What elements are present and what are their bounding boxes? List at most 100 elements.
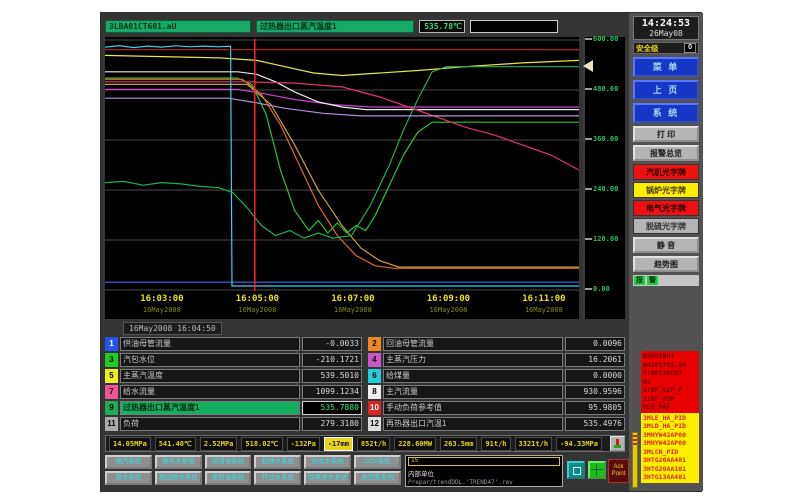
link-icon[interactable] [567,461,585,479]
trend-main-area: 3LBA01CT601.aU 过热器出口蒸汽温度1 535.78℃ 16:03:… [101,13,629,491]
system-screen-button[interactable]: 高加疏水系统 [155,471,202,485]
alarm-tag[interactable]: MLE_PAP [643,403,699,412]
legend-row[interactable]: 2回油母管流量0.0096 [368,337,625,351]
pen-value: -210.1721 [302,353,362,367]
nav-button[interactable]: 上 页 [633,80,699,100]
legend-table: 1供油母管流量-0.0033 3汽包水位-210.1721 5主蒸汽温度539.50… [105,337,625,431]
system-screen-button[interactable]: CO2系统 [354,455,401,469]
annunciator-button[interactable]: 电气光字牌 [633,200,699,216]
alarm-tag[interactable]: O2 [643,378,699,387]
alarm-tag[interactable]: 3HTG20AA101 [643,465,699,474]
status-value: 14.05MPa [109,437,151,451]
pen-color-chip: 4 [368,353,381,367]
nav-button[interactable]: 菜 单 [633,57,699,77]
alarm-scroll-strip[interactable] [632,432,638,488]
alarm-tag[interactable]: 1IDF_GZP_F [643,386,699,395]
nav-button[interactable]: 打 印 [633,126,699,142]
pen-name: 负荷 [120,417,300,431]
system-screen-button[interactable]: 润滑油系统 [205,455,252,469]
alarm-tag[interactable]: 3HTG13AA401 [643,473,699,482]
trend-plot[interactable] [105,39,579,291]
nav-button[interactable]: 报警总览 [633,145,699,161]
legend-row[interactable]: 10手动负荷参考值95.9805 [368,401,625,415]
security-value: 0 [684,43,696,53]
legend-row[interactable]: 6给煤量0.0000 [368,369,625,383]
ack-point-button[interactable]: Ack Point [608,459,629,483]
trend-line [105,72,579,110]
alarm-tag[interactable]: 3MHYW42AP00 [643,439,699,448]
alarm-tag[interactable]: 1IDF_GZP [643,395,699,404]
status-value: -132Pa [287,437,320,451]
system-screen-button[interactable]: 除氧给水系统 [304,471,351,485]
cursor-timestamp: 16May2008 16:04:50 [123,322,222,335]
pen-name: 主汽流量 [383,385,563,399]
pen-value: 539.5010 [302,369,362,383]
y-tick-label: 0.00 [593,285,625,293]
alarm-indicator-cells: 报警 [633,275,699,286]
system-screen-button[interactable]: 抽汽系统 [105,455,152,469]
trend-line [105,82,579,170]
legend-row[interactable]: 4主蒸汽压力16.2061 [368,353,625,367]
scale-pointer-icon[interactable] [583,60,593,72]
system-screen-button[interactable]: 真空泵系统 [354,471,401,485]
alarm-tag[interactable]: N01E1755.AH [643,361,699,370]
clock-time: 14:24:53 [634,18,698,29]
x-tick-date: 16May2008 [504,306,584,314]
console-input[interactable]: 15 [408,457,560,466]
pen-name-box[interactable]: 过热器出口蒸汽温度1 [256,20,414,33]
alarm-tag[interactable]: 3MLE_HA_PID [643,414,699,423]
alarm-tag[interactable]: 3MHYW42AP00 [643,431,699,440]
pen-value: -0.0033 [302,337,362,351]
x-tick-label: 16:11:00 [504,294,584,304]
alarm-tag[interactable]: 3MLCN_PID [643,448,699,457]
trend-page-button[interactable]: 趋势图 [633,256,699,272]
annunciator-button[interactable]: 汽机光字牌 [633,164,699,180]
legend-row[interactable]: 3汽包水位-210.1721 [105,353,362,367]
grid-icon[interactable] [588,461,606,479]
alarm-tag[interactable]: T18E12ACHT [643,369,699,378]
pen-name: 主蒸汽压力 [383,353,563,367]
mute-button[interactable]: 静 音 [633,237,699,253]
sidebar: 14:24:53 26May08 安全级 0 菜 单上 页系 统打 印报警总览 … [629,13,703,491]
nav-button[interactable]: 系 统 [633,103,699,123]
clock-date: 26May08 [634,29,698,38]
system-screen-button[interactable]: 闭式水系统 [304,455,351,469]
cursor-tool-icon[interactable] [610,436,625,451]
annunciator-button[interactable]: 脱硫光字牌 [633,218,699,234]
system-screen-button[interactable]: 循环水系统 [155,455,202,469]
system-screen-button[interactable]: 胶球水系统 [254,455,301,469]
y-tick-label: 480.00 [593,85,625,93]
legend-row[interactable]: 12再热器出口汽温1535.4976 [368,417,625,431]
x-tick-label: 16:09:00 [408,294,488,304]
alarm-list-yellow: 3MLE_HA_PID3MLD_HA_PID3MHYW42AP003MHYW42… [641,413,699,483]
cursor-tool-glyph [614,445,621,448]
pen-color-chip: 1 [105,337,118,351]
grid-icon-glyph [596,464,597,476]
pen-entry-field[interactable] [470,20,558,33]
system-screen-button[interactable]: 密封油系统 [205,471,252,485]
indicator-cell[interactable]: 警 [647,276,658,285]
legend-row[interactable]: 1供油母管流量-0.0033 [105,337,362,351]
y-tick-mark [585,38,592,40]
status-bar: 14.05MPa541.40℃2.52MPa518.02℃-132Pa-17mm… [105,435,625,452]
system-screen-button[interactable]: 开式水系统 [254,471,301,485]
alarm-tag[interactable]: 3MLD_HA_PID [643,422,699,431]
pen-name: 供油母管流量 [120,337,300,351]
indicator-cell[interactable]: 报 [634,276,645,285]
pen-value: 1099.1234 [302,385,362,399]
x-tick-label: 16:07:00 [313,294,393,304]
x-tick-date: 16May2008 [217,306,297,314]
pen-tag-box[interactable]: 3LBA01CT601.aU [105,20,251,33]
annunciator-button[interactable]: 锅炉光字牌 [633,182,699,198]
annunciator-buttons: 汽机光字牌锅炉光字牌电气光字牌脱硫光字牌 [629,164,703,234]
legend-row[interactable]: 5主蒸汽温度539.5010 [105,369,362,383]
legend-row[interactable]: 8主汽流量930.9596 [368,385,625,399]
alarm-tag[interactable]: 3HTG20AA401 [643,456,699,465]
pen-value: 279.3180 [302,417,362,431]
system-screen-button[interactable]: 凝水系统 [105,471,152,485]
legend-row[interactable]: 11负荷279.3180 [105,417,362,431]
alarm-tag[interactable]: B3N01BHT [643,352,699,361]
legend-row[interactable]: 9过热器出口蒸汽温度1535.7880 [105,401,362,415]
legend-row[interactable]: 7给水流量1099.1234 [105,385,362,399]
time-axis: 16:03:0016May200816:05:0016May200816:07:… [105,291,579,319]
